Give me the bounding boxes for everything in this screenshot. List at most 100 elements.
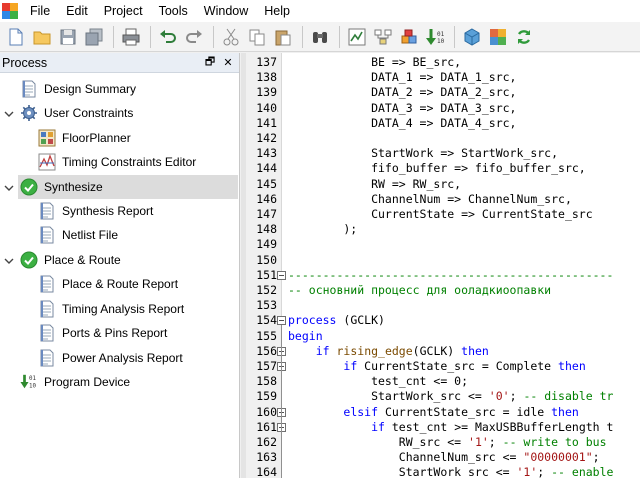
line-number: 148 bbox=[256, 222, 277, 237]
undo-button[interactable] bbox=[156, 25, 180, 49]
code-line: 147 CurrentState => CurrentState_src bbox=[241, 207, 640, 222]
chevron-down-icon[interactable] bbox=[4, 255, 14, 265]
process-item[interactable]: Place & Route Report bbox=[0, 272, 238, 296]
code-line: 150 bbox=[241, 253, 640, 268]
save-all-button[interactable] bbox=[82, 25, 106, 49]
menu-bar: File Edit Project Tools Window Help bbox=[0, 0, 640, 22]
code-text: BE => BE_src, bbox=[288, 55, 462, 69]
code-line: 160 elsif CurrentState_src = idle then bbox=[241, 405, 640, 420]
document-icon bbox=[38, 300, 56, 318]
document-icon bbox=[38, 324, 56, 342]
code-line: 138 DATA_1 => DATA_1_src, bbox=[241, 70, 640, 85]
fold-toggle-icon[interactable] bbox=[277, 316, 286, 326]
process-item-label: Synthesize bbox=[44, 180, 103, 194]
process-item[interactable]: Netlist File bbox=[0, 223, 238, 247]
menu-help[interactable]: Help bbox=[256, 0, 298, 22]
toolbar-separator bbox=[302, 25, 303, 48]
cut-button[interactable] bbox=[219, 25, 243, 49]
process-item[interactable]: Synthesize bbox=[4, 175, 238, 199]
menu-project[interactable]: Project bbox=[96, 0, 151, 22]
line-number: 138 bbox=[256, 70, 277, 85]
open-button[interactable] bbox=[30, 25, 54, 49]
fold-toggle-icon[interactable] bbox=[277, 270, 286, 280]
line-number: 150 bbox=[256, 252, 277, 267]
line-number: 144 bbox=[256, 161, 277, 176]
line-number: 159 bbox=[256, 389, 277, 404]
schematic-icon bbox=[374, 29, 392, 44]
menu-file[interactable]: File bbox=[22, 0, 58, 22]
process-panel: Process 🗗 ✕ Design Summary User Constrain… bbox=[0, 53, 240, 478]
line-number: 137 bbox=[256, 55, 277, 69]
code-line: 142 bbox=[241, 131, 640, 146]
code-text: if rising_edge(GCLK) then bbox=[315, 343, 489, 358]
design-view-button[interactable] bbox=[345, 25, 369, 49]
svg-text:01: 01 bbox=[29, 376, 37, 382]
code-line: 156 if rising_edge(GCLK) then bbox=[241, 344, 640, 359]
document-icon bbox=[38, 275, 56, 293]
undo-icon bbox=[160, 29, 176, 43]
download-binary-icon: 0110 bbox=[426, 28, 445, 45]
ip-core-button[interactable] bbox=[460, 25, 484, 49]
process-item[interactable]: Power Analysis Report bbox=[0, 346, 238, 370]
float-panel-button[interactable]: 🗗 bbox=[203, 56, 217, 70]
code-text: -- основний процесс для ооладкиоопавки bbox=[288, 283, 552, 297]
print-button[interactable] bbox=[119, 25, 143, 49]
menu-window[interactable]: Window bbox=[196, 0, 256, 22]
document-icon bbox=[38, 226, 56, 244]
code-text: RW_src <= '1'; -- write to bus bbox=[288, 435, 607, 449]
process-item[interactable]: Design Summary bbox=[0, 77, 238, 101]
code-line: 139 DATA_2 => DATA_2_src, bbox=[241, 85, 640, 100]
grid-icon bbox=[38, 129, 56, 147]
process-item[interactable]: Timing Constraints Editor bbox=[0, 150, 238, 174]
find-button[interactable] bbox=[308, 25, 332, 49]
cube-icon bbox=[464, 27, 480, 46]
line-number: 141 bbox=[256, 115, 277, 130]
close-panel-button[interactable]: ✕ bbox=[221, 56, 235, 70]
line-number: 156 bbox=[256, 343, 277, 358]
toolbar-separator bbox=[113, 25, 114, 48]
redo-button[interactable] bbox=[182, 25, 206, 49]
code-line: 163 ChannelNum_src <= "00000001"; bbox=[241, 450, 640, 465]
line-number: 157 bbox=[256, 359, 277, 373]
code-line: 159 StartWork_src <= '0'; -- disable tr bbox=[241, 389, 640, 404]
program-button[interactable]: 01 10 bbox=[423, 25, 447, 49]
process-item-label: Power Analysis Report bbox=[62, 351, 183, 365]
process-item[interactable]: Synthesis Report bbox=[0, 199, 238, 223]
new-file-button[interactable] bbox=[4, 25, 28, 49]
line-number: 153 bbox=[256, 298, 277, 313]
implement-button[interactable] bbox=[397, 25, 421, 49]
process-item[interactable]: User Constraints bbox=[0, 101, 238, 125]
menu-edit[interactable]: Edit bbox=[58, 0, 96, 22]
copy-icon bbox=[249, 29, 265, 45]
line-number: 163 bbox=[256, 450, 277, 465]
menu-tools[interactable]: Tools bbox=[151, 0, 196, 22]
process-item[interactable]: Timing Analysis Report bbox=[0, 297, 238, 321]
code-text: StartWork_src <= '1'; -- enable bbox=[288, 465, 614, 478]
code-text: elsif CurrentState_src = idle then bbox=[343, 404, 579, 419]
process-item[interactable]: Ports & Pins Report bbox=[0, 321, 238, 345]
code-text: begin bbox=[288, 328, 323, 343]
process-item[interactable]: FloorPlanner bbox=[0, 126, 238, 150]
schematic-button[interactable] bbox=[371, 25, 395, 49]
svg-text:01: 01 bbox=[437, 31, 445, 38]
line-number: 139 bbox=[256, 85, 277, 100]
chevron-down-icon[interactable] bbox=[4, 182, 14, 192]
layout-button[interactable] bbox=[486, 25, 510, 49]
save-button[interactable] bbox=[56, 25, 80, 49]
copy-button[interactable] bbox=[245, 25, 269, 49]
process-item[interactable]: 01 10 Program Device bbox=[0, 370, 238, 394]
line-number: 152 bbox=[256, 283, 277, 297]
code-line: 164 StartWork_src <= '1'; -- enable bbox=[241, 465, 640, 478]
refresh-button[interactable] bbox=[512, 25, 536, 49]
toolbar-separator bbox=[454, 25, 455, 48]
hierarchy-chart-icon bbox=[348, 28, 366, 45]
line-number: 140 bbox=[256, 100, 277, 115]
chevron-down-icon[interactable] bbox=[4, 108, 14, 118]
process-item-label: Timing Constraints Editor bbox=[62, 155, 197, 169]
code-editor[interactable]: 137 BE => BE_src, 138 DATA_1 => DATA_1_sr… bbox=[241, 53, 640, 478]
process-item-label: Timing Analysis Report bbox=[62, 302, 185, 316]
process-item[interactable]: Place & Route bbox=[0, 248, 238, 272]
code-text: fifo_buffer => fifo_buffer_src, bbox=[288, 161, 586, 176]
code-text: DATA_1 => DATA_1_src, bbox=[288, 70, 517, 85]
paste-button[interactable] bbox=[271, 25, 295, 49]
